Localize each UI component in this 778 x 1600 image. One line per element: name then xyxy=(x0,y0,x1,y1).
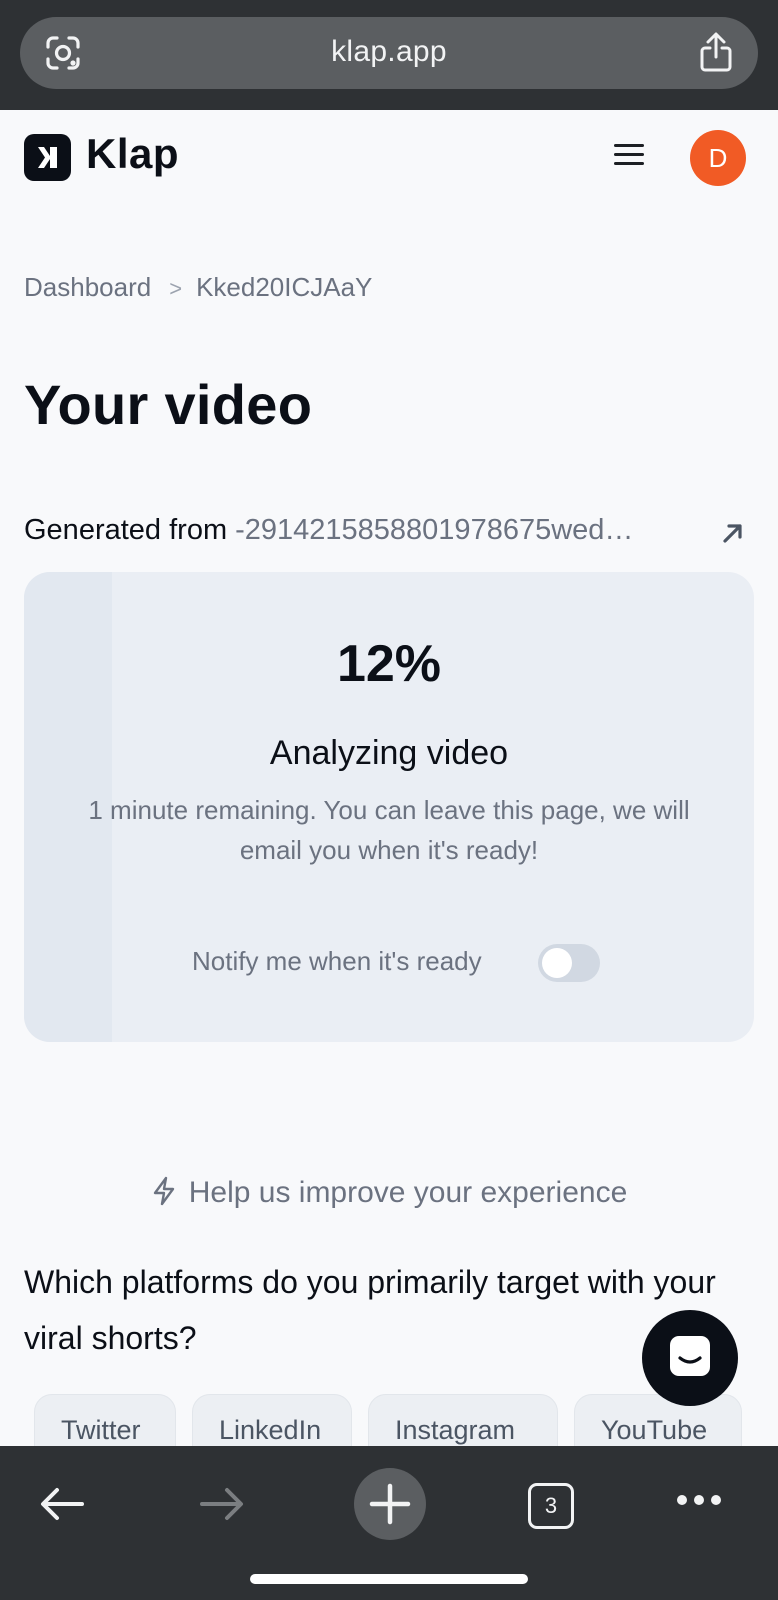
progress-description: 1 minute remaining. You can leave this p… xyxy=(88,795,690,865)
breadcrumb-dashboard-link[interactable]: Dashboard xyxy=(24,272,151,302)
help-improve: Help us improve your experience xyxy=(0,1176,778,1210)
address-bar[interactable]: klap.app xyxy=(20,17,758,89)
survey-question: Which platforms do you primarily target … xyxy=(24,1264,716,1356)
klap-logo-icon[interactable] xyxy=(24,134,71,181)
plus-icon xyxy=(369,1483,411,1525)
browser-top-bar: klap.app xyxy=(0,0,778,110)
breadcrumb: Dashboard > Kked20ICJAaY xyxy=(24,272,372,303)
home-indicator xyxy=(250,1574,528,1584)
url-text[interactable]: klap.app xyxy=(20,35,758,69)
back-arrow-icon[interactable] xyxy=(38,1486,86,1522)
forward-arrow-icon[interactable] xyxy=(198,1486,246,1522)
progress-status: Analyzing video xyxy=(269,734,509,772)
external-link-icon[interactable] xyxy=(720,520,746,546)
browser-bottom-bar: 3 xyxy=(0,1446,778,1600)
help-text: Help us improve your experience xyxy=(188,1176,628,1209)
chevron-right-icon: > xyxy=(169,276,183,301)
progress-percent: 12% xyxy=(336,635,442,693)
notify-toggle[interactable] xyxy=(538,944,600,982)
page-title: Your video xyxy=(24,373,313,436)
breadcrumb-current: Kked20ICJAaY xyxy=(196,272,373,302)
tabs-count-button[interactable]: 3 xyxy=(528,1483,574,1529)
more-dots-icon[interactable] xyxy=(676,1494,722,1506)
chat-support-button[interactable] xyxy=(642,1310,738,1406)
generated-from-label: Generated from xyxy=(24,514,228,546)
lightning-icon xyxy=(153,1176,174,1206)
source-video-link[interactable]: -2914215858801978675wed… xyxy=(235,514,633,546)
notify-label: Notify me when it's ready xyxy=(192,946,482,976)
logo-text[interactable]: Klap xyxy=(86,130,179,178)
share-icon[interactable] xyxy=(698,31,734,73)
processing-card: 12% Analyzing video 1 minute remaining. … xyxy=(24,572,754,1042)
menu-icon[interactable] xyxy=(614,144,644,168)
avatar[interactable]: D xyxy=(690,130,746,186)
chat-icon xyxy=(670,1336,710,1376)
generated-from: Generated from -2914215858801978675wed… xyxy=(24,514,754,547)
new-tab-button[interactable] xyxy=(354,1468,426,1540)
toggle-knob xyxy=(542,948,572,978)
